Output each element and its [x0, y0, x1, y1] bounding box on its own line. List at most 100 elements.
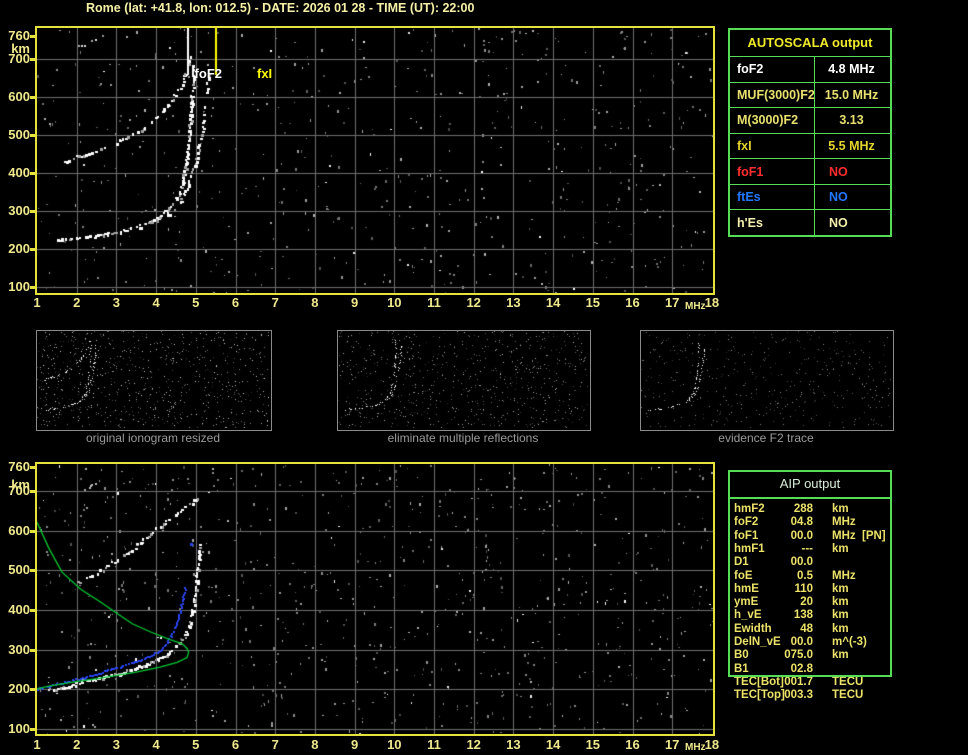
aip-row-value: 001.7	[784, 675, 813, 688]
table-row: TEC[Bot] 001.7 TECU	[728, 676, 898, 689]
x-tick-label: 5	[192, 295, 200, 310]
foF2-marker-label: foF2	[194, 66, 222, 81]
table-row: foF1 00.0 MHz [PN]	[728, 530, 898, 543]
aip-row-value: 00.0	[790, 529, 813, 542]
x-tick-label: 2	[73, 737, 81, 752]
y-tick-mark	[30, 58, 36, 61]
aip-row-unit: km	[832, 649, 849, 662]
y-tick-mark	[30, 172, 36, 175]
table-row: DelN_vE 00.0 m^(-3)	[728, 636, 898, 649]
fxI-marker-label: fxI	[257, 66, 273, 81]
y-tick-mark	[30, 688, 36, 692]
aip-header-divider	[730, 497, 890, 499]
aip-row-value: 110	[794, 582, 813, 595]
y-tick-label: 200	[8, 681, 30, 697]
aip-row-label: foE	[734, 569, 753, 582]
aip-row-unit: m^(-3)	[832, 636, 867, 648]
aip-row-value: 003.3	[784, 689, 813, 702]
x-tick-label: 3	[112, 737, 120, 752]
top-ionogram-plot: foF2 fxI	[35, 26, 715, 295]
bottom-y-axis-unit: km	[11, 477, 30, 492]
aip-row-value: 00.0	[790, 636, 813, 648]
table-row: h_vE 138 km	[728, 609, 898, 622]
y-tick-label: 400	[8, 165, 30, 180]
y-tick-mark	[30, 569, 36, 573]
x-tick-label: 12	[466, 295, 481, 310]
autoscala-row-label: fxI	[737, 139, 752, 154]
aip-row-label: hmE	[734, 582, 759, 595]
x-tick-label: 7	[271, 295, 279, 310]
aip-row-unit: TECU	[832, 675, 864, 688]
x-tick-label: 17	[664, 737, 680, 752]
autoscala-row-label: foF1	[737, 164, 764, 179]
aip-row-value: 138	[793, 609, 813, 622]
bottom-ionogram-plot	[35, 462, 715, 736]
y-tick-mark	[30, 134, 36, 137]
y-tick-mark	[30, 248, 36, 251]
aip-row-label: B1	[734, 662, 749, 675]
y-tick-mark	[30, 529, 36, 533]
y-tick-label: 300	[8, 641, 30, 657]
x-tick-label: 3	[112, 295, 120, 310]
x-tick-label: 2	[73, 295, 81, 310]
aip-row-label: D1	[734, 556, 749, 569]
table-row: M(3000)F2 3.13	[730, 107, 890, 133]
y-tick-label: 100	[8, 721, 30, 736]
x-tick-label: 11	[427, 295, 441, 310]
aip-row-unit: TECU	[832, 689, 864, 702]
top-ionogram-canvas	[37, 28, 713, 293]
x-tick-label: 7	[271, 737, 279, 752]
y-tick-label: 400	[8, 601, 30, 617]
x-tick-label: 1	[33, 295, 41, 310]
autoscala-table-title: AUTOSCALA output	[747, 35, 873, 50]
top-y-axis-unit: km	[11, 41, 30, 56]
table-row: TEC[Top] 003.3 TECU	[728, 689, 898, 702]
table-row: foF2 04.8 MHz	[728, 516, 898, 529]
y-tick-mark	[30, 648, 36, 652]
y-tick-label: 200	[8, 241, 30, 256]
bottom-ionogram-canvas	[37, 464, 713, 734]
x-tick-label: 17	[664, 295, 680, 310]
y-tick-mark	[30, 96, 36, 99]
autoscala-window: Rome (lat: +41.8, lon: 012.5) - DATE: 20…	[0, 0, 968, 755]
y-tick-label: 600	[8, 522, 30, 538]
aip-row-value: 02.8	[790, 662, 813, 675]
y-tick-mark	[30, 286, 36, 289]
autoscala-row-label: h'Es	[737, 215, 763, 230]
table-row: h'Es NO	[730, 209, 890, 235]
table-row: B0 075.0 km	[728, 649, 898, 662]
y-tick-mark	[30, 35, 36, 39]
table-row: D1 00.0	[728, 556, 898, 569]
x-tick-label: 10	[387, 295, 402, 310]
x-tick-label: 4	[152, 737, 160, 752]
y-tick-label: 100	[8, 279, 30, 294]
x-tick-label: 16	[625, 295, 640, 310]
autoscala-row-label: MUF(3000)F2	[737, 87, 815, 102]
aip-row-label: B0	[734, 649, 749, 662]
autoscala-row-value: 3.13	[839, 113, 864, 128]
aip-row-value: 04.8	[790, 516, 813, 529]
thumbnail-original-canvas	[37, 331, 269, 428]
x-tick-label: 11	[427, 737, 441, 752]
thumbnail-caption-2: eliminate multiple reflections	[387, 431, 539, 445]
autoscala-row-label: ftEs	[737, 190, 761, 205]
y-tick-mark	[30, 608, 36, 612]
autoscala-row-label: M(3000)F2	[737, 113, 799, 128]
aip-row-value: 288	[793, 503, 813, 515]
aip-row-unit: km	[832, 503, 849, 515]
table-row: B1 02.8	[728, 663, 898, 676]
aip-row-value: 20	[800, 596, 813, 609]
table-row: fxI 5.5 MHz	[730, 132, 890, 159]
x-tick-label: 10	[387, 737, 402, 752]
autoscala-row-value: NO	[829, 215, 848, 230]
autoscala-row-label: foF2	[737, 62, 764, 77]
y-tick-mark	[30, 465, 36, 469]
y-tick-mark	[30, 728, 36, 731]
aip-row-unit: MHz	[832, 569, 856, 582]
y-tick-label: 500	[8, 127, 30, 142]
x-tick-label: 5	[192, 737, 200, 752]
bottom-x-axis-unit: MHz	[685, 742, 706, 753]
aip-row-label: foF1	[734, 529, 759, 542]
aip-row-unit: km	[832, 609, 849, 622]
x-tick-label: 14	[545, 737, 561, 752]
